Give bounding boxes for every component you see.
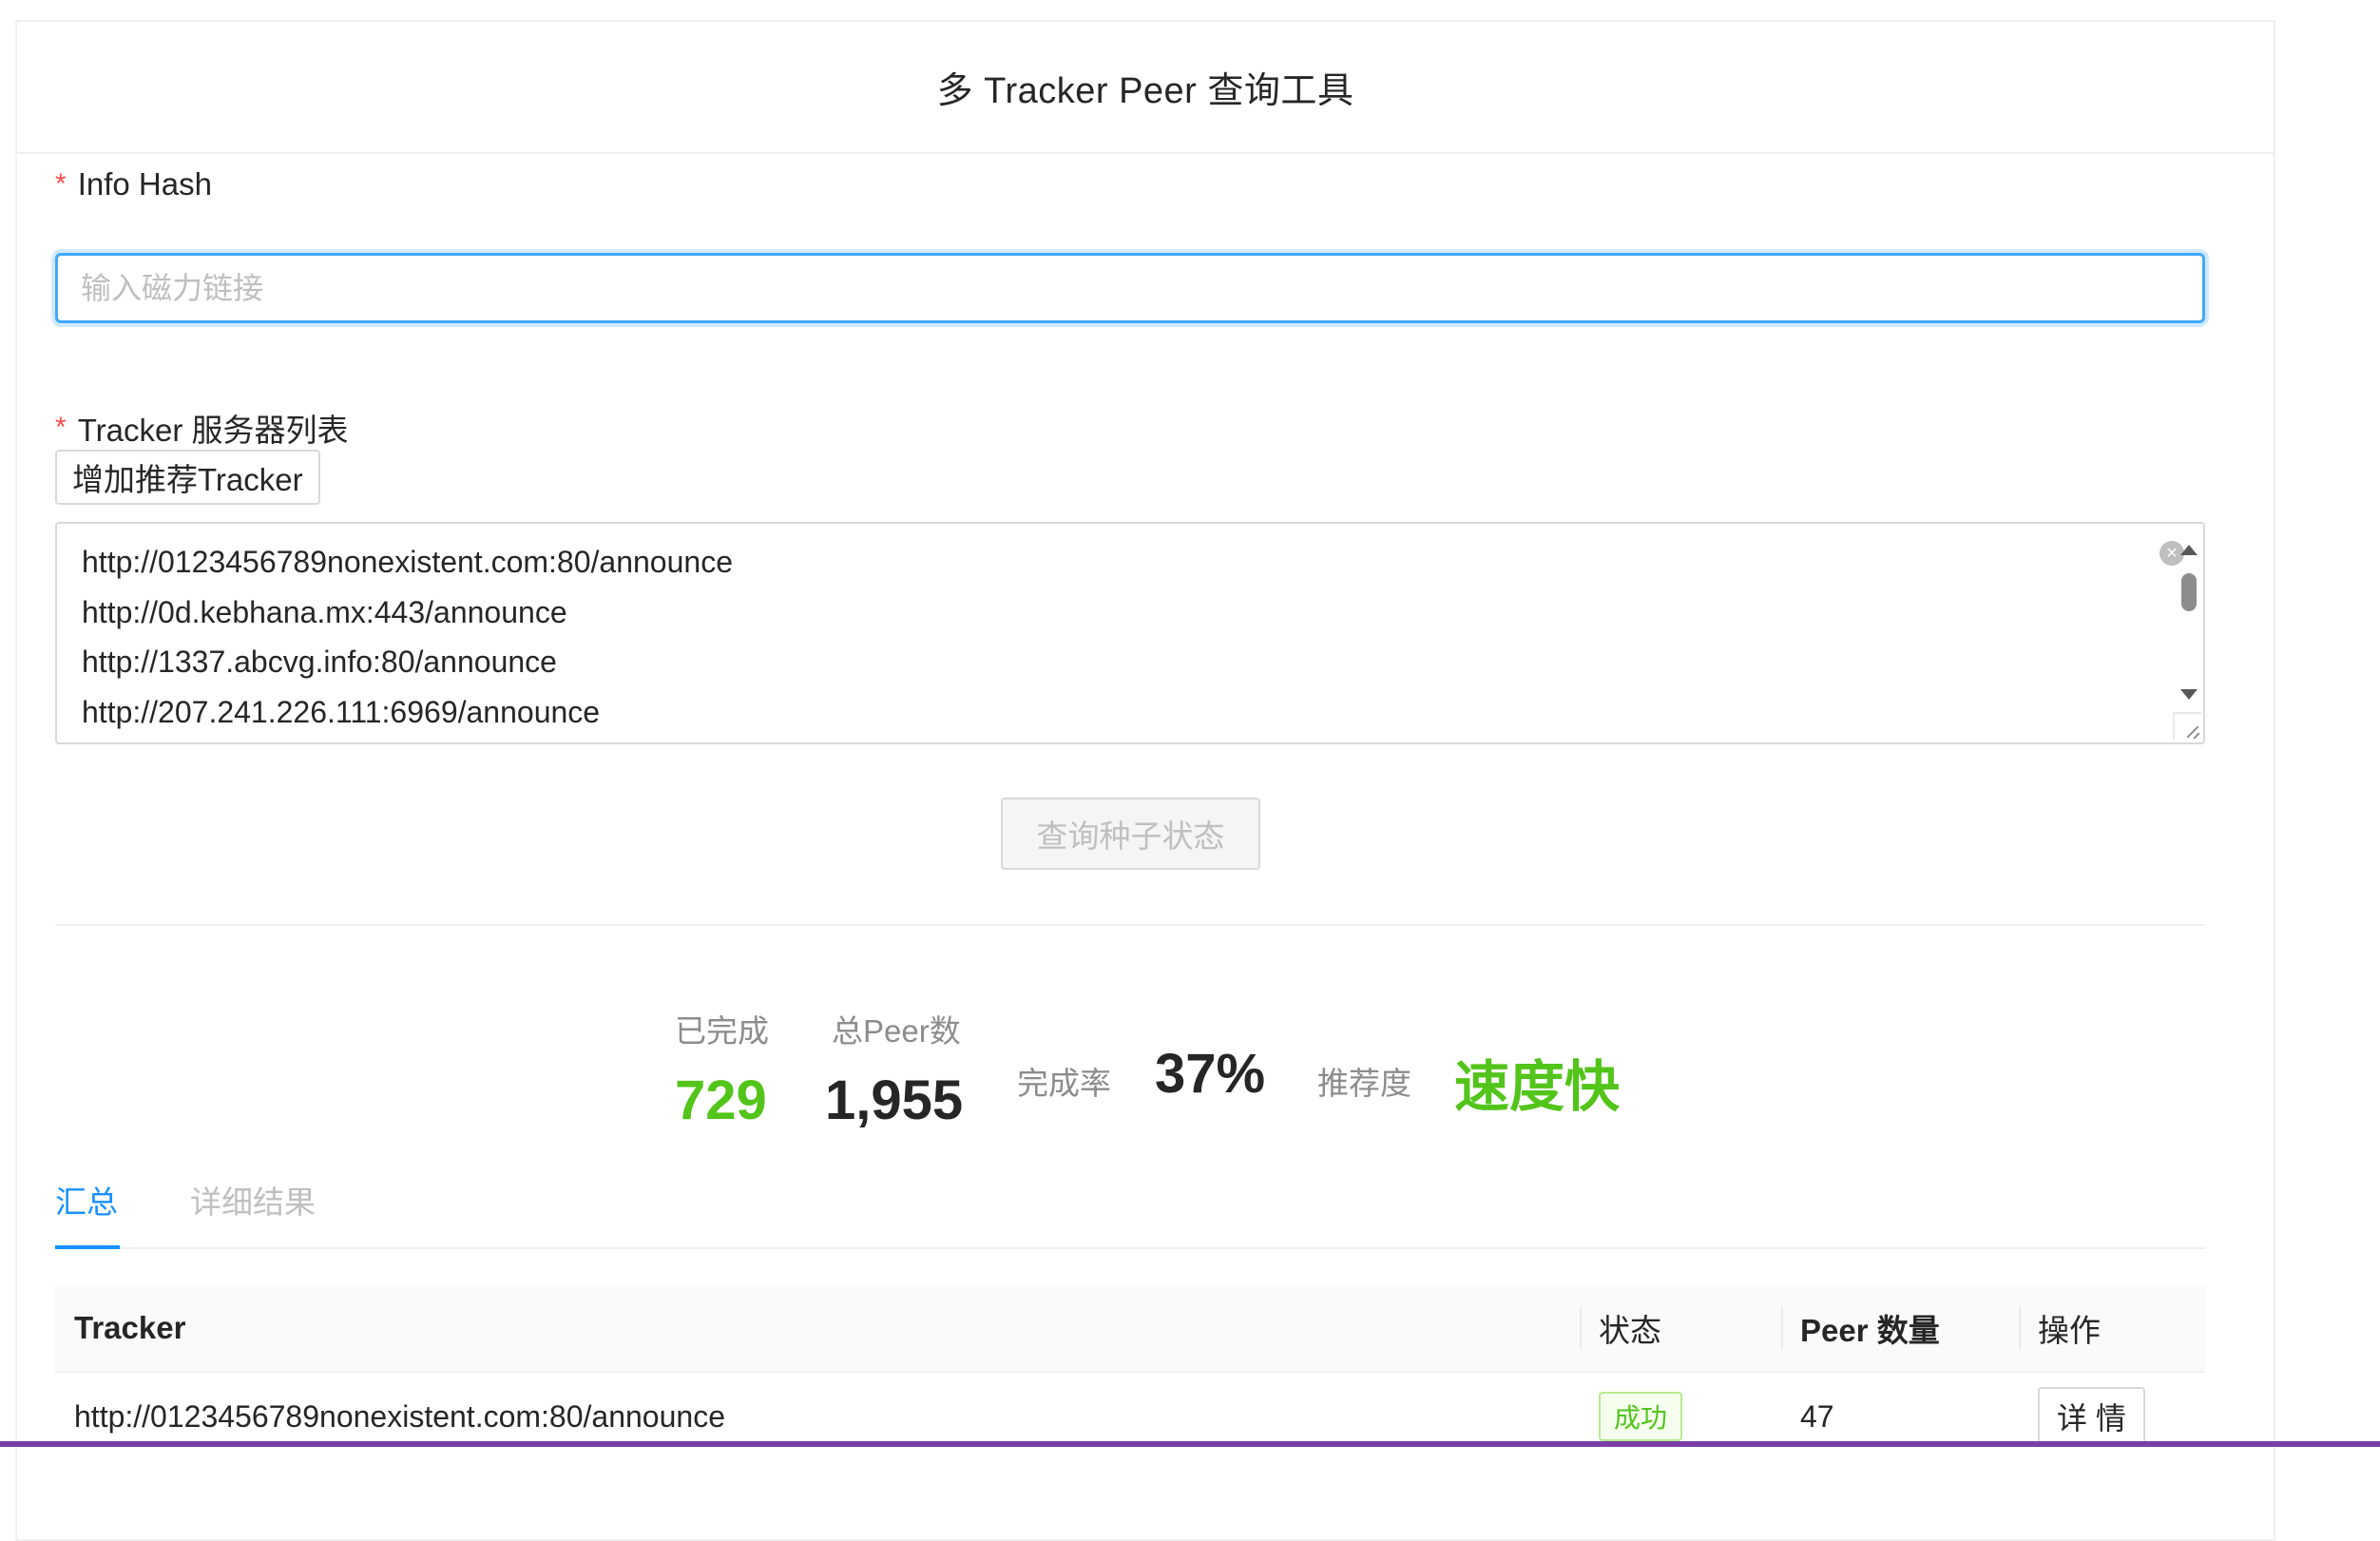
completed-value: 729 bbox=[675, 1069, 767, 1131]
card-header: 多 Tracker Peer 查询工具 bbox=[17, 22, 2274, 154]
scroll-up-icon[interactable] bbox=[2180, 545, 2198, 555]
table-row: http://0123456789nonexistent.com:80/anno… bbox=[55, 1373, 2205, 1460]
tracker-line: http://1337.abcvg.info:80/announce bbox=[82, 645, 557, 679]
recommendation-label: 推荐度 bbox=[1317, 1066, 1411, 1101]
completion-rate-value: 37% bbox=[1155, 1043, 1266, 1105]
row-peer-count: 47 bbox=[1800, 1398, 1834, 1434]
completion-rate-label: 完成率 bbox=[1017, 1066, 1111, 1101]
column-peer-count: Peer 数量 bbox=[1800, 1313, 1940, 1348]
details-button[interactable]: 详 情 bbox=[2038, 1387, 2145, 1446]
info-hash-label: * Info Hash bbox=[55, 166, 212, 202]
section-divider bbox=[55, 924, 2205, 926]
row-tracker-url: http://0123456789nonexistent.com:80/anno… bbox=[74, 1398, 725, 1434]
result-tabs: 汇总 详细结果 bbox=[55, 1160, 2205, 1249]
total-peers-value: 1,955 bbox=[825, 1069, 964, 1131]
tab-details[interactable]: 详细结果 bbox=[190, 1177, 316, 1223]
recommendation-value: 速度快 bbox=[1454, 1056, 1621, 1118]
resize-handle-icon[interactable] bbox=[2173, 712, 2201, 741]
page-title: 多 Tracker Peer 查询工具 bbox=[936, 71, 1354, 111]
tracker-line: http://0123456789nonexistent.com:80/anno… bbox=[82, 545, 733, 579]
total-peers-label: 总Peer数 bbox=[832, 1013, 961, 1049]
scroll-down-icon[interactable] bbox=[2180, 689, 2198, 700]
tab-active-indicator bbox=[55, 1245, 120, 1249]
tracker-list-label-text: Tracker 服务器列表 bbox=[77, 413, 349, 448]
completed-label: 已完成 bbox=[675, 1013, 769, 1049]
info-hash-input[interactable] bbox=[55, 253, 2205, 323]
info-hash-label-text: Info Hash bbox=[77, 166, 212, 202]
window-bottom-edge bbox=[0, 1441, 2380, 1447]
tracker-lines: http://0123456789nonexistent.com:80/anno… bbox=[82, 537, 733, 737]
query-torrent-status-button[interactable]: 查询种子状态 bbox=[1001, 798, 1260, 870]
required-mark: * bbox=[55, 412, 67, 443]
required-mark: * bbox=[55, 168, 67, 200]
column-separator bbox=[1580, 1306, 1582, 1350]
column-status: 状态 bbox=[1599, 1313, 1661, 1348]
table-header: Tracker 状态 Peer 数量 操作 bbox=[55, 1285, 2205, 1373]
tracker-line: http://207.241.226.111:6969/announce bbox=[82, 694, 601, 729]
tracker-list-label: * Tracker 服务器列表 bbox=[55, 405, 348, 451]
status-badge: 成功 bbox=[1599, 1392, 1683, 1441]
scrollbar-thumb[interactable] bbox=[2181, 573, 2197, 611]
tracker-line: http://0d.kebhana.mx:443/announce bbox=[82, 594, 567, 629]
tracker-list-textarea[interactable]: http://0123456789nonexistent.com:80/anno… bbox=[55, 522, 2205, 744]
scrollbar[interactable] bbox=[2177, 533, 2199, 723]
add-recommended-tracker-button[interactable]: 增加推荐Tracker bbox=[55, 450, 320, 505]
column-tracker: Tracker bbox=[74, 1310, 186, 1345]
column-separator bbox=[2019, 1306, 2021, 1350]
column-separator bbox=[1781, 1306, 1783, 1350]
tab-summary[interactable]: 汇总 bbox=[55, 1177, 118, 1223]
column-actions: 操作 bbox=[2038, 1313, 2101, 1348]
